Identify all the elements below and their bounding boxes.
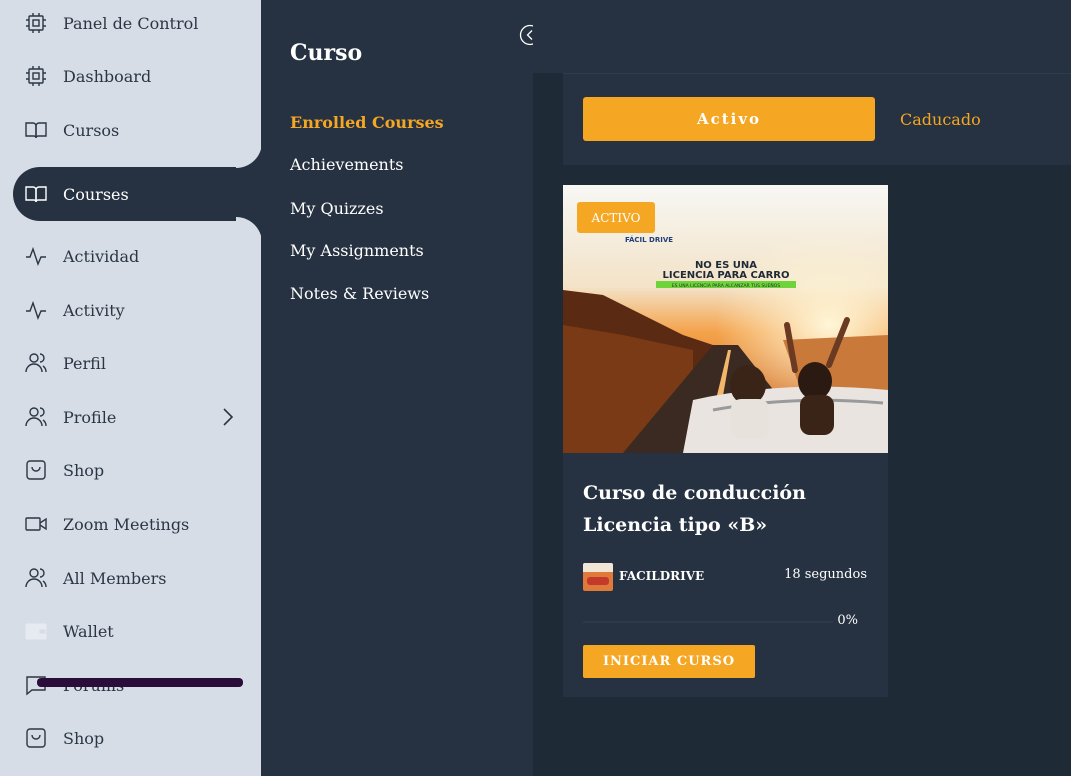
sidebar-item-wallet[interactable]: Wallet [0, 604, 261, 658]
author-name[interactable]: FACILDRIVE [619, 569, 704, 583]
subnav-my-assignments[interactable]: My Assignments [290, 241, 424, 260]
sidebar-item-dashboard[interactable]: Dashboard [0, 49, 261, 103]
sidebar-item-label: Panel de Control [63, 13, 199, 33]
tab-caducado[interactable]: Caducado [900, 110, 981, 129]
sidebar-item-profile[interactable]: Profile [0, 390, 261, 444]
video-icon [23, 511, 49, 537]
course-duration: 18 segundos [784, 567, 867, 582]
course-subnav: Curso Enrolled Courses Achievements My Q… [261, 0, 533, 776]
tab-activo[interactable]: Activo [583, 97, 875, 141]
status-badge: ACTIVO [577, 202, 655, 233]
course-title[interactable]: Curso de conducción Licencia tipo «B» [583, 477, 873, 541]
sidebar-item-shop[interactable]: Shop [0, 443, 261, 497]
users-icon [23, 350, 49, 376]
users-icon [23, 404, 49, 430]
sidebar-item-shop-2[interactable]: Shop [0, 711, 261, 765]
author-avatar [583, 563, 613, 591]
subnav-notes-reviews[interactable]: Notes & Reviews [290, 284, 429, 303]
sidebar-item-label: Courses [63, 184, 129, 204]
sidebar-item-perfil[interactable]: Perfil [0, 336, 261, 390]
sidebar-item-label: Cursos [63, 120, 120, 140]
sidebar-item-panel-de-control[interactable]: Panel de Control [0, 0, 261, 50]
thumbnail-brand: FÁCIL DRIVE [625, 235, 673, 244]
sidebar-item-label: Wallet [63, 621, 114, 641]
sidebar-item-label: Perfil [63, 353, 106, 373]
sidebar-item-label: All Members [63, 568, 167, 588]
users-icon [23, 565, 49, 591]
course-thumbnail[interactable]: NO ES UNA LICENCIA PARA CARRO ES UNA LIC… [563, 185, 888, 453]
sidebar-item-actividad[interactable]: Actividad [0, 229, 261, 283]
subnav-achievements[interactable]: Achievements [290, 155, 404, 174]
sidebar-item-label: Profile [63, 407, 117, 427]
chip-icon [23, 63, 49, 89]
active-item-curve-top [236, 142, 262, 168]
chevron-right-icon[interactable] [221, 406, 235, 428]
course-card[interactable]: NO ES UNA LICENCIA PARA CARRO ES UNA LIC… [563, 185, 888, 697]
sidebar-item-label: Shop [63, 728, 105, 748]
subnav-enrolled-courses[interactable]: Enrolled Courses [290, 113, 444, 132]
sidebar-item-label: Dashboard [63, 66, 152, 86]
book-icon [23, 117, 49, 143]
wallet-icon [23, 618, 49, 644]
bag-icon [23, 457, 49, 483]
sidebar-item-all-members[interactable]: All Members [0, 551, 261, 605]
sidebar-item-zoom-meetings[interactable]: Zoom Meetings [0, 497, 261, 551]
sidebar-item-activity[interactable]: Activity [0, 283, 261, 337]
thumbnail-line2: LICENCIA PARA CARRO [663, 270, 790, 281]
subnav-my-quizzes[interactable]: My Quizzes [290, 199, 384, 218]
sidebar-item-label: Activity [63, 300, 125, 320]
main-header [533, 0, 1071, 73]
start-course-button[interactable]: INICIAR CURSO [583, 645, 755, 678]
sidebar-item-label: Shop [63, 460, 105, 480]
progress-percent: 0% [837, 613, 858, 628]
thumbnail-line3: ES UNA LICENCIA PARA ALCANZAR TUS SUEÑOS [672, 282, 781, 289]
activity-icon [23, 243, 49, 269]
book-icon [23, 181, 49, 207]
sidebar-item-courses[interactable]: Courses [13, 167, 261, 221]
main-content: Activo Caducado NO ES UNA LICENCIA PARA … [533, 0, 1071, 776]
active-item-curve-bottom [236, 217, 262, 243]
sidebar-item-label: Zoom Meetings [63, 514, 190, 534]
main-sidebar: Panel de Control Dashboard Cursos Course… [0, 0, 262, 776]
activity-icon [23, 297, 49, 323]
bag-icon [23, 725, 49, 751]
sidebar-item-cursos[interactable]: Cursos [0, 103, 261, 157]
course-status-tabs: Activo Caducado [563, 73, 1071, 165]
chip-icon [23, 10, 49, 36]
subnav-title: Curso [290, 40, 363, 66]
sidebar-item-label: Actividad [63, 246, 140, 266]
progress-bar [583, 621, 833, 623]
redaction-mark [37, 678, 243, 687]
